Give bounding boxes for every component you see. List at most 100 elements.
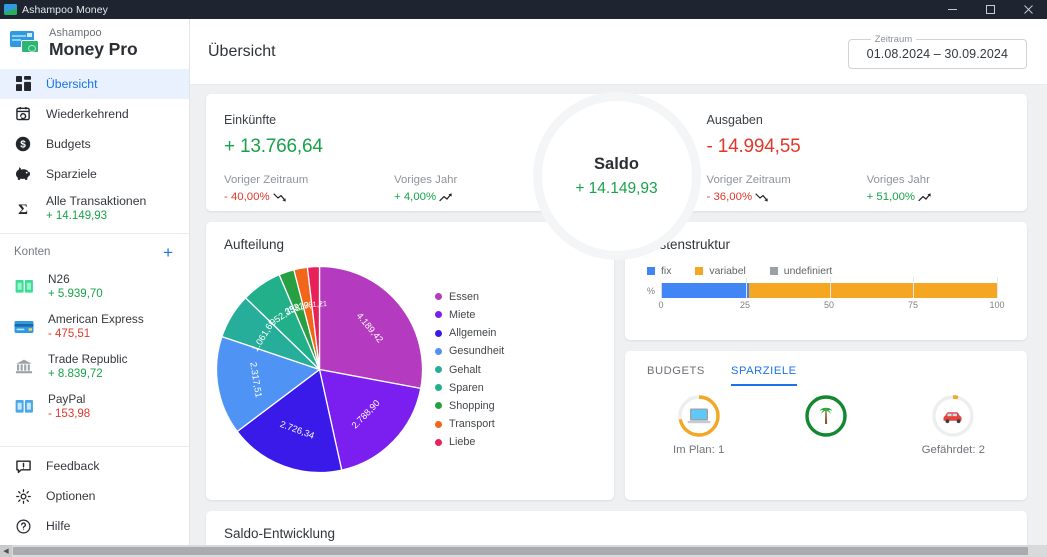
saldo-entwicklung-card: Saldo-Entwicklung (206, 511, 1027, 545)
calendar-repeat-icon (13, 106, 33, 121)
pie-legend-item[interactable]: Gehalt (435, 364, 504, 376)
pie-legend-swatch (435, 366, 442, 373)
pie-legend-swatch (435, 384, 442, 391)
kostenstruktur-tick: 25 (740, 300, 750, 310)
svg-text:Σ: Σ (18, 202, 28, 217)
gear-icon (13, 489, 33, 504)
horizontal-scrollbar[interactable]: ◀ (0, 545, 1047, 557)
sidebar-item-feedback[interactable]: Feedback (0, 451, 189, 481)
sidebar-item-label: Budgets (46, 137, 91, 151)
bank-building-icon (13, 359, 35, 374)
kostenstruktur-legend-item[interactable]: variabel (695, 266, 745, 277)
car-icon (944, 412, 962, 423)
kostenstruktur-legend-item[interactable]: fix (647, 266, 671, 277)
pie-legend-item[interactable]: Essen (435, 291, 504, 303)
goal-item-laptop[interactable] (635, 393, 762, 439)
trend-down-icon (273, 192, 287, 203)
app-window: Ashampoo Money Ashampoo Mo (0, 0, 1047, 557)
svg-text:$: $ (20, 140, 26, 151)
expenses-prev-year-value: + 51,00% (867, 191, 1009, 203)
top-bar: Übersicht Zeitraum 01.08.2024 – 30.09.20… (190, 19, 1047, 85)
goal-item-palm[interactable] (762, 393, 889, 439)
expenses-prev-period-label: Voriger Zeitraum (707, 174, 867, 186)
account-item-paypal[interactable]: PayPal - 153,98 (0, 387, 189, 427)
add-account-button[interactable]: + (161, 244, 175, 261)
account-balance: + 8.839,72 (48, 367, 128, 382)
kostenstruktur-y-label: % (647, 286, 661, 296)
sidebar-item-amount: + 14.149,93 (46, 209, 146, 223)
goals-tabs: BUDGETS SPARZIELE (625, 351, 1027, 386)
expenses-prev-year: Voriges Jahr + 51,00% (867, 174, 1009, 203)
sidebar-item-sparziele[interactable]: Sparziele (0, 159, 189, 189)
expenses-prev-year-pct: + 51,00% (867, 191, 915, 203)
date-range-value: 01.08.2024 – 30.09.2024 (867, 47, 1008, 61)
close-button[interactable] (1009, 0, 1047, 19)
accounts-header: Konten + (0, 234, 189, 267)
sidebar-item-label: Hilfe (46, 519, 70, 533)
sidebar-item-wiederkehrend[interactable]: Wiederkehrend (0, 99, 189, 129)
sigma-icon: Σ (13, 201, 33, 217)
goals-card: BUDGETS SPARZIELE (625, 351, 1027, 500)
pie-legend: Essen Miete Allgemein Gesundheit Gehalt Spare… (435, 291, 504, 449)
kostenstruktur-x-ticks: 0255075100 (661, 298, 997, 314)
account-name: American Express (48, 312, 144, 327)
kostenstruktur-legend: fix variabel undefiniert (625, 252, 1027, 277)
account-item-american-express[interactable]: American Express - 475,51 (0, 307, 189, 347)
pie-legend-label: Essen (449, 291, 479, 303)
sidebar-item-optionen[interactable]: Optionen (0, 481, 189, 511)
pie-legend-label: Shopping (449, 400, 495, 412)
app-logo-icon (10, 30, 40, 56)
pie-legend-item[interactable]: Transport (435, 418, 504, 430)
main-area: Übersicht Zeitraum 01.08.2024 – 30.09.20… (190, 19, 1047, 545)
trend-up-icon (918, 192, 932, 203)
tab-budgets[interactable]: BUDGETS (647, 365, 705, 386)
help-circle-icon (13, 519, 33, 534)
income-prev-period: Voriger Zeitraum - 40,00% (224, 174, 394, 203)
pie-legend-swatch (435, 421, 442, 428)
dashboard-icon (13, 76, 33, 91)
pie-legend-item[interactable]: Sparen (435, 382, 504, 394)
sidebar-item-uebersicht[interactable]: Übersicht (0, 69, 189, 99)
laptop-icon (687, 409, 710, 424)
sidebar-item-budgets[interactable]: $ Budgets (0, 129, 189, 159)
pie-legend-item[interactable]: Shopping (435, 400, 504, 412)
pie-legend-label: Allgemein (449, 327, 496, 339)
minimize-button[interactable] (933, 0, 971, 19)
pie-legend-item[interactable]: Liebe (435, 436, 504, 448)
tab-sparziele[interactable]: SPARZIELE (731, 365, 797, 386)
window-title: Ashampoo Money (22, 4, 108, 16)
expenses-prev-period-value: - 36,00% (707, 191, 867, 203)
kostenstruktur-bar-segment[interactable] (662, 283, 749, 298)
pie-legend-item[interactable]: Gesundheit (435, 345, 504, 357)
kostenstruktur-legend-label: undefiniert (784, 266, 833, 277)
brand: Ashampoo Money Pro (0, 19, 189, 67)
piggy-bank-icon (13, 166, 33, 182)
pie-legend-label: Gesundheit (449, 345, 504, 357)
pie-legend-swatch (435, 348, 442, 355)
account-item-n26[interactable]: N26 + 5.939,70 (0, 267, 189, 307)
scroll-left-arrow[interactable]: ◀ (0, 545, 12, 557)
pie-legend-item[interactable]: Miete (435, 309, 504, 321)
scrollbar-thumb[interactable] (13, 547, 1028, 555)
sidebar-item-hilfe[interactable]: Hilfe (0, 511, 189, 541)
sidebar-item-label: Sparziele (46, 167, 97, 181)
kostenstruktur-legend-item[interactable]: undefiniert (770, 266, 833, 277)
sidebar-item-alle-transaktionen[interactable]: Σ Alle Transaktionen + 14.149,93 (0, 189, 189, 229)
sidebar-divider-bottom (0, 446, 189, 447)
pie-legend-label: Liebe (449, 436, 475, 448)
income-prev-period-value: - 40,00% (224, 191, 394, 203)
kostenstruktur-gridline (830, 277, 831, 298)
pie-legend-item[interactable]: Allgemein (435, 327, 504, 339)
kostenstruktur-tick: 100 (989, 300, 1004, 310)
account-item-trade-republic[interactable]: Trade Republic + 8.839,72 (0, 347, 189, 387)
date-range-picker[interactable]: Zeitraum 01.08.2024 – 30.09.2024 (848, 34, 1027, 69)
date-range-legend: Zeitraum (871, 34, 916, 45)
kostenstruktur-chart[interactable]: % 0255075100 (625, 277, 1027, 314)
app-icon (4, 4, 17, 15)
pie-chart[interactable]: 4.189,422.788,902.726,342.317,511.061,66… (212, 262, 427, 477)
aufteilung-card: Aufteilung 4.189,422.788,902.726,342.317… (206, 222, 614, 500)
maximize-button[interactable] (971, 0, 1009, 19)
goal-item-car[interactable] (890, 393, 1017, 439)
dollar-coin-icon: $ (13, 136, 33, 152)
kostenstruktur-bar-segment[interactable] (749, 283, 997, 298)
